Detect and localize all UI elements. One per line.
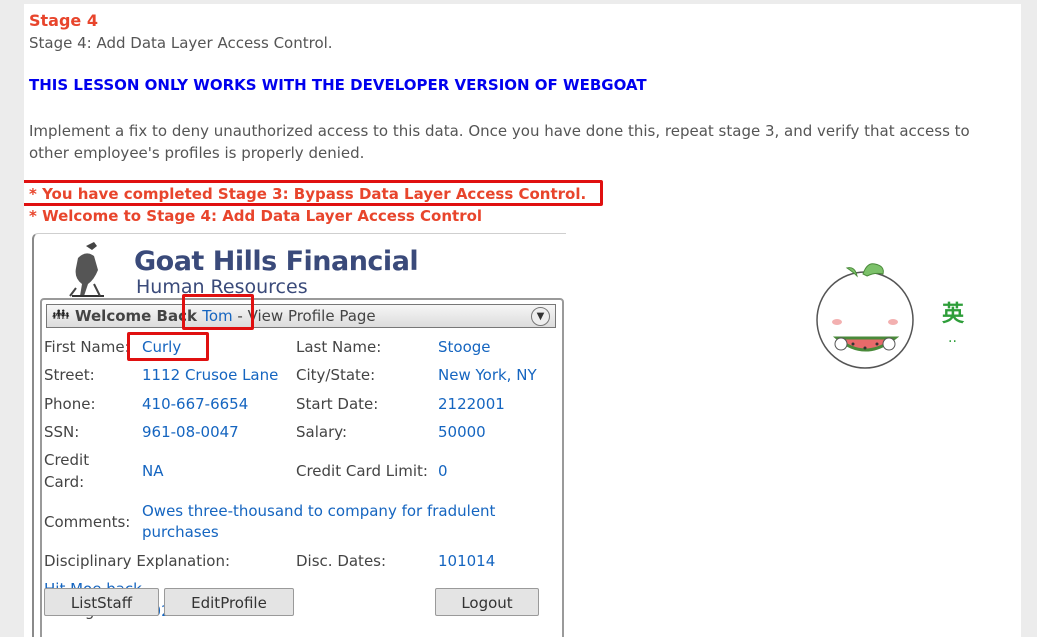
street-label: Street: bbox=[44, 366, 95, 384]
logout-button[interactable]: Logout bbox=[435, 588, 539, 616]
edit-profile-button[interactable]: EditProfile bbox=[164, 588, 294, 616]
credit-card-value: NA bbox=[142, 462, 164, 480]
first-name-label: First Name: bbox=[44, 338, 130, 356]
welcome-bar: 👪︎ Welcome Back Tom - View Profile Page … bbox=[46, 304, 556, 328]
profile-panel: 👪︎ Welcome Back Tom - View Profile Page … bbox=[40, 298, 564, 637]
city-state-label: City/State: bbox=[296, 366, 376, 384]
city-state-value: New York, NY bbox=[438, 366, 537, 384]
salary-label: Salary: bbox=[296, 423, 348, 441]
street-value: 1112 Crusoe Lane bbox=[142, 366, 279, 384]
stage-welcome-message: * Welcome to Stage 4: Add Data Layer Acc… bbox=[29, 207, 483, 225]
last-name-value: Stooge bbox=[438, 338, 491, 356]
disc-dates-value: 101014 bbox=[438, 552, 496, 570]
company-logo: Goat Hills Financial Human Resources bbox=[64, 240, 444, 300]
sticker-dots: ·· bbox=[948, 334, 957, 350]
goat-logo-icon bbox=[69, 242, 104, 297]
disc-dates-label: Disc. Dates: bbox=[296, 552, 387, 570]
phone-label: Phone: bbox=[44, 395, 96, 413]
stage-subtitle: Stage 4: Add Data Layer Access Control. bbox=[29, 34, 333, 52]
phone-value: 410-667-6654 bbox=[142, 395, 249, 413]
sticker-glyph: 英 bbox=[942, 302, 965, 327]
list-staff-button[interactable]: ListStaff bbox=[44, 588, 159, 616]
credit-card-limit-label: Credit Card Limit: bbox=[296, 462, 428, 480]
users-icon: 👪︎ bbox=[52, 307, 70, 323]
highlight-first-name bbox=[127, 332, 209, 361]
welcome-prefix: Welcome Back bbox=[75, 307, 197, 325]
logo-title: Goat Hills Financial bbox=[134, 246, 419, 277]
last-name-label: Last Name: bbox=[296, 338, 382, 356]
credit-card-label-line2: Card: bbox=[44, 473, 85, 491]
highlight-stage3-complete bbox=[24, 180, 603, 206]
start-date-value: 2122001 bbox=[438, 395, 505, 413]
highlight-user-name bbox=[182, 294, 254, 330]
comments-label: Comments: bbox=[44, 513, 131, 531]
ssn-label: SSN: bbox=[44, 423, 80, 441]
webgoat-app-frame: Goat Hills Financial Human Resources 👪︎ … bbox=[32, 233, 566, 637]
lesson-instructions: Implement a fix to deny unauthorized acc… bbox=[29, 122, 970, 162]
credit-card-label-line1: Credit bbox=[44, 451, 90, 469]
welcome-page-name: - View Profile Page bbox=[232, 307, 376, 325]
comments-value-line2: purchases bbox=[142, 523, 219, 541]
start-date-label: Start Date: bbox=[296, 395, 379, 413]
ssn-value: 961-08-0047 bbox=[142, 423, 239, 441]
disciplinary-explanation-label: Disciplinary Explanation: bbox=[44, 552, 231, 570]
stage-title: Stage 4 bbox=[29, 11, 98, 30]
developer-version-warning: THIS LESSON ONLY WORKS WITH THE DEVELOPE… bbox=[29, 76, 647, 94]
credit-card-limit-value: 0 bbox=[438, 462, 448, 480]
comments-value-line1: Owes three-thousand to company for fradu… bbox=[142, 502, 496, 520]
collapse-panel-button[interactable]: ▼ bbox=[531, 307, 550, 326]
watermelon-sticker-icon bbox=[816, 263, 914, 369]
salary-value: 50000 bbox=[438, 423, 486, 441]
